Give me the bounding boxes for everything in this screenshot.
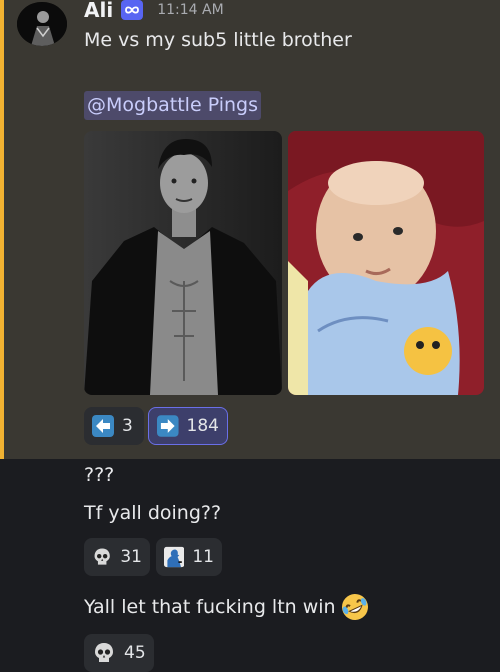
reply-text: Yall let that fucking ltn win — [84, 596, 336, 618]
mention-highlight-bar — [0, 0, 4, 459]
skull-emoji-icon — [94, 548, 110, 565]
reaction-right-arrow[interactable]: 184 — [148, 407, 228, 445]
reply-text: Tf yall doing?? — [84, 502, 222, 524]
author-name[interactable]: Ali — [84, 0, 113, 22]
avatar[interactable] — [17, 2, 67, 46]
reply-text: ??? — [84, 464, 115, 486]
reaction-count: 45 — [124, 643, 146, 663]
avatar-image — [17, 2, 67, 46]
reaction-left-arrow[interactable]: 3 — [84, 407, 144, 445]
role-mention[interactable]: @Mogbattle Pings — [84, 91, 262, 120]
left-arrow-emoji-icon — [92, 415, 114, 437]
man-photo-image — [84, 131, 282, 395]
attachment-image-2[interactable] — [288, 131, 484, 395]
attachment-image-1[interactable] — [84, 131, 282, 395]
reaction-count: 11 — [192, 547, 214, 567]
right-arrow-emoji-icon — [157, 415, 179, 437]
reaction-silhouette[interactable]: 11 — [156, 538, 222, 576]
reply-line: Yall let that fucking ltn win — [84, 592, 370, 622]
infinity-badge-icon[interactable] — [121, 0, 144, 20]
reaction-count: 184 — [186, 416, 219, 436]
reaction-count: 31 — [120, 547, 142, 567]
message-header: Ali 11:14 AM — [84, 0, 224, 24]
message-text: Me vs my sub5 little brother — [84, 29, 352, 51]
reaction-count: 3 — [122, 416, 133, 436]
silhouette-emoji-icon — [164, 546, 185, 568]
reaction-skull[interactable]: 45 — [84, 634, 154, 672]
rolling-laughing-emoji-icon — [341, 594, 368, 620]
skull-emoji-icon — [95, 643, 113, 662]
baby-photo-image — [288, 131, 484, 395]
message-timestamp: 11:14 AM — [157, 2, 224, 18]
reaction-skull[interactable]: 31 — [84, 538, 150, 576]
